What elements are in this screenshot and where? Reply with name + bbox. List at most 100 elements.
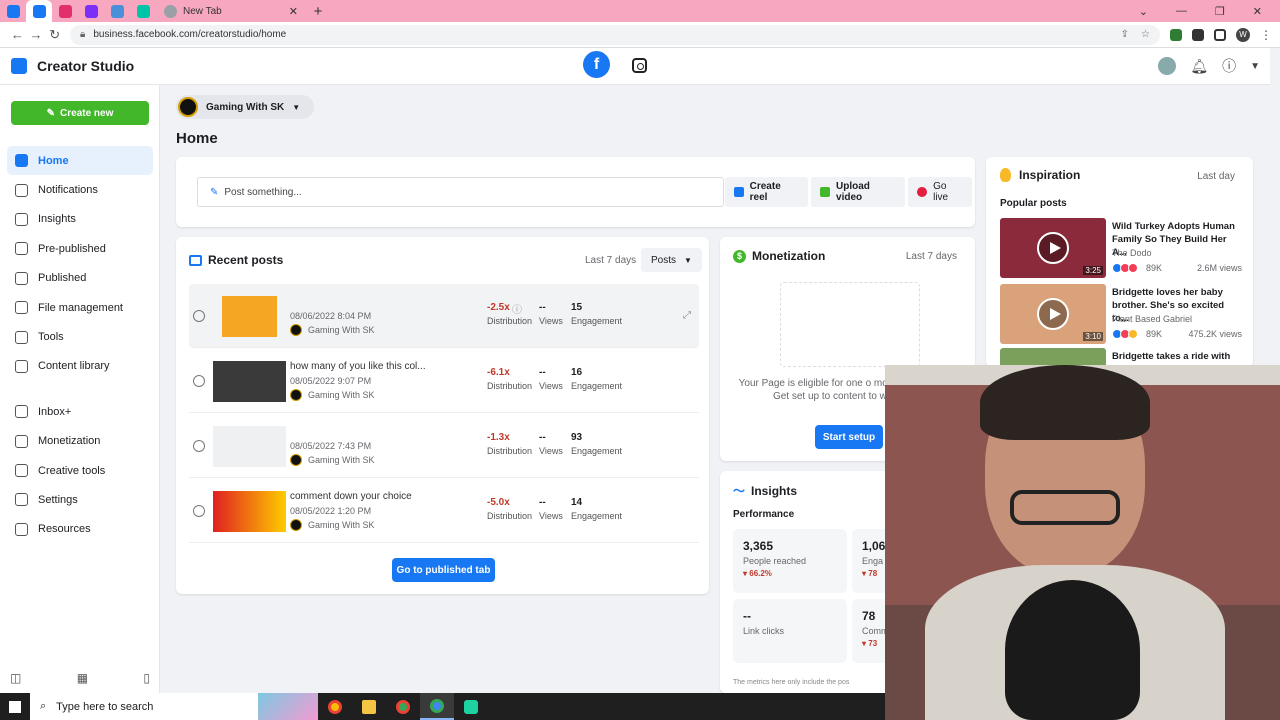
profile-avatar[interactable]: W: [1236, 27, 1251, 42]
page-avatar[interactable]: [1158, 57, 1177, 75]
sidebar-item-notifications[interactable]: Notifications: [7, 175, 153, 204]
close-window-icon[interactable]: ✕: [1253, 5, 1262, 18]
views-value: --: [539, 497, 546, 508]
post-thumbnail[interactable]: [222, 296, 277, 337]
play-icon[interactable]: [1037, 232, 1069, 264]
page-selector[interactable]: Gaming With SK ▼: [176, 95, 315, 119]
sidebar-item-insights[interactable]: Insights: [7, 205, 153, 234]
sidebar-nav: Home Notifications Insights Pre-publishe…: [7, 146, 153, 544]
tab-app-6[interactable]: [130, 0, 156, 22]
post-row[interactable]: 08/06/2022 8:04 PM Gaming With SK -2.5x D…: [189, 284, 699, 348]
monetization-header: $ Monetization: [733, 249, 825, 263]
url-field[interactable]: 🔒︎ business.facebook.com/creatorstudio/h…: [70, 24, 1161, 45]
taskbar-search[interactable]: ⌕ Type here to search: [30, 693, 258, 720]
chevron-down-icon[interactable]: ▼: [1250, 61, 1260, 72]
facebook-platform-icon[interactable]: f: [583, 51, 610, 78]
post-thumbnail[interactable]: [213, 426, 286, 467]
post-row[interactable]: how many of you like this col... 08/05/2…: [189, 349, 699, 413]
tab-creator-studio[interactable]: [26, 0, 52, 22]
edit-icon: ✎: [46, 107, 56, 119]
post-row[interactable]: comment down your choice 08/05/2022 1:20…: [189, 479, 699, 543]
sidebar-item-resources[interactable]: Resources: [7, 515, 153, 544]
start-setup-button[interactable]: Start setup: [815, 425, 883, 449]
post-thumbnail[interactable]: [213, 361, 286, 402]
video-thumbnail[interactable]: 3:10: [1000, 284, 1106, 344]
post-composer-card: ✎ Post something... Create reel Upload v…: [176, 157, 975, 227]
reload-icon[interactable]: ↻: [45, 27, 64, 43]
create-new-button[interactable]: ✎ Create new: [11, 101, 149, 125]
help-icon[interactable]: ⓘ: [1222, 56, 1236, 76]
stat-people-reached[interactable]: 3,365 People reached ▾ 66.2%: [733, 529, 847, 593]
post-thumbnail[interactable]: [213, 491, 286, 532]
extension-icon[interactable]: [1170, 28, 1183, 41]
post-row[interactable]: 08/05/2022 7:43 PM Gaming With SK -1.3x D…: [189, 414, 699, 478]
dollar-icon: [15, 434, 28, 448]
sidebar-item-inbox[interactable]: Inbox+: [7, 397, 153, 426]
collapse-sidebar-icon[interactable]: ◫: [10, 671, 21, 685]
engagement-metric: 93 Engagement: [571, 432, 622, 456]
taskbar-chrome-icon[interactable]: [318, 693, 352, 720]
inspiration-title: Inspiration: [1019, 168, 1081, 182]
mobile-icon[interactable]: ▯: [143, 671, 150, 685]
play-icon[interactable]: [1037, 298, 1069, 330]
tab-app-5[interactable]: [104, 0, 130, 22]
views-label: Views: [539, 446, 563, 456]
popular-video[interactable]: 3:10 Bridgette loves her baby brother. S…: [1000, 284, 1242, 344]
taskbar-search-placeholder: Type here to search: [56, 700, 154, 713]
go-to-published-button[interactable]: Go to published tab: [392, 558, 495, 582]
tab-search-icon[interactable]: ⌄: [1139, 5, 1148, 18]
upload-video-button[interactable]: Upload video: [811, 177, 906, 207]
go-live-button[interactable]: Go live: [908, 177, 972, 207]
info-icon[interactable]: ⓘ: [512, 301, 522, 316]
sidebar-item-settings[interactable]: Settings: [7, 485, 153, 514]
views-label: Views: [539, 511, 563, 521]
tab-app-4[interactable]: [78, 0, 104, 22]
taskbar-chrome-icon[interactable]: [386, 693, 420, 720]
sidebar-item-pre-published[interactable]: Pre-published: [7, 234, 153, 263]
taskbar-app-icon[interactable]: [454, 693, 488, 720]
taskbar-chrome-icon[interactable]: [420, 693, 454, 720]
video-duration: 3:25: [1083, 266, 1103, 275]
minimize-icon[interactable]: —: [1176, 5, 1187, 18]
sidebar-item-content-library[interactable]: Content library: [7, 352, 153, 381]
video-thumbnail[interactable]: 3:25: [1000, 218, 1106, 278]
sidebar-item-creative-tools[interactable]: Creative tools: [7, 456, 153, 485]
page-name: Gaming With SK: [206, 101, 285, 113]
posts-filter-dropdown[interactable]: Posts ▼: [641, 248, 702, 272]
sidebar-item-home[interactable]: Home: [7, 146, 153, 176]
new-tab-button[interactable]: +: [306, 0, 330, 22]
sidebar-item-file-management[interactable]: File management: [7, 293, 153, 322]
tab-new-tab[interactable]: New Tab ✕: [156, 0, 306, 22]
instagram-platform-icon[interactable]: [632, 58, 647, 73]
maximize-icon[interactable]: ❐: [1215, 5, 1225, 18]
browser-menu-icon[interactable]: ⋮: [1260, 28, 1272, 42]
taskbar-widget-icon[interactable]: [258, 693, 318, 720]
globe-icon: [193, 375, 205, 387]
tab-facebook[interactable]: [0, 0, 26, 22]
post-input[interactable]: ✎ Post something...: [197, 177, 724, 207]
bell-icon[interactable]: 🔔︎: [1190, 58, 1208, 75]
sidebar-item-monetization[interactable]: Monetization: [7, 427, 153, 456]
stat-link-clicks[interactable]: -- Link clicks: [733, 599, 847, 663]
insights-header: 〜 Insights: [733, 482, 797, 499]
popular-video[interactable]: 3:25 Wild Turkey Adopts Human Family So …: [1000, 218, 1242, 278]
sidebar-item-published[interactable]: Published: [7, 264, 153, 293]
sidebar-item-label: Monetization: [38, 435, 101, 448]
share-icon[interactable]: ⇪: [1121, 29, 1129, 40]
expand-icon[interactable]: ⤢: [683, 310, 691, 321]
bookmark-star-icon[interactable]: ☆: [1141, 29, 1150, 40]
create-reel-button[interactable]: Create reel: [725, 177, 809, 207]
forward-icon[interactable]: →: [27, 27, 46, 42]
puzzle-icon[interactable]: [1192, 28, 1205, 41]
table-icon[interactable]: ▦: [77, 671, 88, 685]
sidepanel-icon[interactable]: [1214, 28, 1227, 41]
sidebar-item-tools[interactable]: Tools: [7, 322, 153, 351]
close-tab-icon[interactable]: ✕: [289, 5, 298, 18]
taskbar-folder-icon[interactable]: [352, 693, 386, 720]
views-label: Views: [539, 381, 563, 391]
windows-start-icon[interactable]: [0, 700, 30, 713]
back-icon[interactable]: ←: [8, 27, 27, 42]
inspiration-header: Inspiration: [1000, 168, 1080, 182]
tab-instagram[interactable]: [52, 0, 78, 22]
gear-icon: [15, 493, 28, 507]
